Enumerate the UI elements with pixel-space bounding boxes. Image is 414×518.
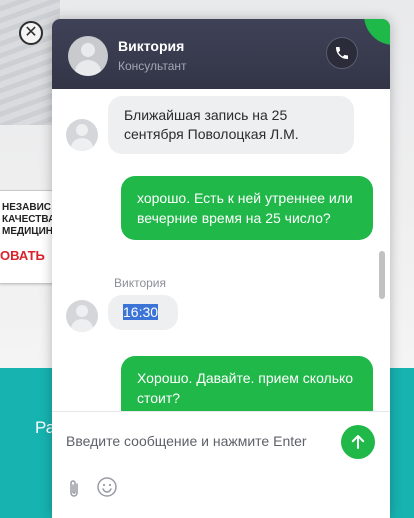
message-input[interactable]	[66, 428, 328, 454]
avatar	[66, 119, 98, 151]
paperclip-icon[interactable]	[66, 478, 82, 500]
selected-message-text: 16:30	[123, 304, 159, 320]
chat-widget: Виктория Консультант Ближайшая запись на…	[52, 19, 390, 518]
close-icon: ✕	[24, 24, 38, 41]
outgoing-message: Хорошо. Давайте. прием сколько стоит?	[121, 356, 373, 411]
scrollbar-thumb[interactable]	[379, 251, 385, 299]
message-sender: Виктория	[114, 276, 167, 290]
arrow-up-icon	[351, 435, 365, 449]
chat-header: Виктория Консультант	[52, 19, 390, 89]
message-composer	[52, 411, 390, 518]
call-button[interactable]	[326, 37, 358, 69]
background-photo	[0, 0, 60, 125]
incoming-message: Ближайшая запись на 25 сентября Поволоцк…	[108, 96, 354, 154]
online-indicator	[364, 19, 390, 45]
message-text: Хорошо. Давайте. прием сколько стоит?	[137, 370, 354, 406]
incoming-message: 16:30	[108, 295, 178, 330]
message-text: хорошо. Есть к ней утреннее или вечерние…	[137, 190, 353, 226]
outgoing-message: хорошо. Есть к ней утреннее или вечерние…	[121, 176, 373, 240]
phone-icon	[336, 47, 348, 59]
send-button[interactable]	[341, 425, 375, 459]
avatar	[66, 300, 98, 332]
scrollbar[interactable]	[377, 95, 385, 405]
avatar	[68, 36, 108, 76]
consultant-name: Виктория	[118, 38, 185, 54]
smile-icon[interactable]	[96, 476, 118, 498]
close-chat-button[interactable]: ✕	[19, 21, 43, 45]
message-list[interactable]: Ближайшая запись на 25 сентября Поволоцк…	[52, 89, 390, 411]
message-text: Ближайшая запись на 25 сентября Поволоцк…	[124, 107, 299, 142]
consultant-role: Консультант	[118, 59, 187, 73]
